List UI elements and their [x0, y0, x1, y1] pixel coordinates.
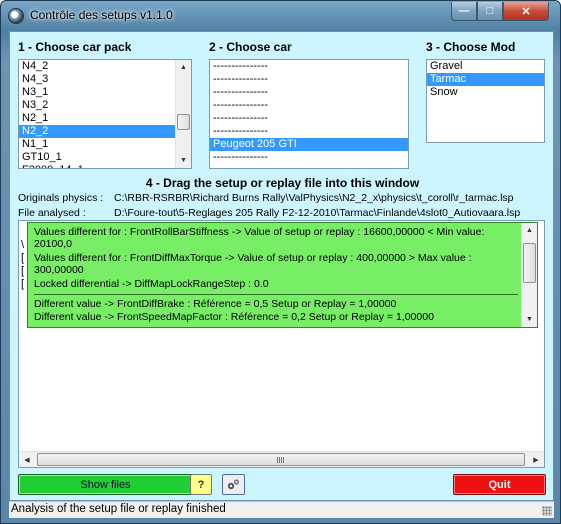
car-item[interactable]: ---------------	[210, 151, 408, 164]
car-pack-scrollbar[interactable]: ▲ ▼	[175, 60, 191, 168]
maximize-button[interactable]: □	[477, 2, 503, 21]
tooltip-line: 20100,0	[34, 238, 72, 250]
analysis-tooltip: Values different for : FrontRollBarStiff…	[27, 222, 538, 328]
scroll-left-icon[interactable]: ◀	[19, 452, 35, 467]
settings-button[interactable]	[222, 474, 245, 495]
tooltip-line: Locked differential -> DiffMapLockRangeS…	[34, 278, 269, 290]
file-analysed-row: File analysed : D:\Foure-tout\5-Reglages …	[18, 207, 520, 219]
tooltip-scrollbar[interactable]: ▲ ▼	[521, 223, 537, 327]
mod-item[interactable]: Gravel	[427, 60, 544, 73]
car-pack-item[interactable]: N2_2	[19, 125, 191, 138]
file-analysed-path: D:\Foure-tout\5-Reglages 205 Rally F2-12…	[114, 207, 521, 219]
minimize-icon: —	[458, 5, 470, 17]
file-analysed-label: File analysed :	[18, 207, 86, 219]
originals-physics-path: C:\RBR-RSRBR\Richard Burns Rally\ValPhys…	[114, 192, 514, 204]
status-text: Analysis of the setup file or replay fin…	[11, 503, 226, 515]
minimize-button[interactable]: —	[451, 2, 477, 21]
text-line: [	[21, 278, 25, 290]
mod-item[interactable]: Snow	[427, 86, 544, 99]
car-item[interactable]: ---------------	[210, 125, 408, 138]
client-area: 1 - Choose car pack 2 - Choose car 3 - C…	[9, 31, 554, 501]
car-pack-item[interactable]: N4_3	[19, 73, 191, 86]
close-button[interactable]: ✕	[503, 2, 549, 21]
tooltip-line: Different value -> FrontDiffBrake : Réfé…	[34, 298, 397, 310]
status-bar: Analysis of the setup file or replay fin…	[9, 501, 554, 518]
scroll-down-icon[interactable]: ▼	[176, 153, 191, 168]
drag-drop-title: 4 - Drag the setup or replay file into t…	[145, 176, 420, 190]
title-bar[interactable]: Contrôle des setups v1.1.0 — □ ✕	[1, 1, 560, 31]
originals-physics-label: Originals physics :	[18, 192, 104, 204]
scroll-up-icon[interactable]: ▲	[176, 60, 191, 75]
car-title: 2 - Choose car	[209, 40, 292, 54]
close-icon: ✕	[521, 5, 531, 18]
text-line: \	[21, 239, 25, 251]
app-window: Contrôle des setups v1.1.0 — □ ✕ 1 - Cho…	[0, 0, 561, 524]
quit-button[interactable]: Quit	[453, 474, 546, 495]
originals-physics-row: Originals physics : C:\RBR-RSRBR\Richard …	[18, 192, 514, 204]
scroll-thumb[interactable]	[523, 243, 536, 283]
car-item[interactable]: ---------------	[210, 73, 408, 86]
car-pack-title: 1 - Choose car pack	[18, 40, 132, 54]
car-item[interactable]: ---------------	[210, 60, 408, 73]
help-button[interactable]: ?	[190, 474, 212, 495]
car-pack-item[interactable]: F2000_14_1	[19, 164, 191, 168]
car-item[interactable]: ---------------	[210, 112, 408, 125]
car-items: --------------- --------------- ----------…	[210, 60, 408, 164]
hscroll-thumb[interactable]	[37, 453, 525, 466]
car-pack-item[interactable]: N4_2	[19, 60, 191, 73]
text-line: [	[21, 252, 25, 264]
car-pack-item[interactable]: N3_1	[19, 86, 191, 99]
window-title: Contrôle des setups v1.1.0	[30, 8, 173, 22]
car-pack-item[interactable]: N3_2	[19, 99, 191, 112]
scroll-up-icon[interactable]: ▲	[522, 223, 537, 238]
mod-title: 3 - Choose Mod	[426, 40, 516, 54]
tooltip-line: Values different for : FrontDiffMaxTorqu…	[34, 252, 472, 264]
scroll-down-icon[interactable]: ▼	[522, 312, 537, 327]
mod-items: Gravel Tarmac Snow	[427, 60, 544, 99]
tooltip-line: Different value -> FrontSpeedMapFactor :…	[34, 311, 434, 323]
text-line: [	[21, 265, 25, 277]
results-hscrollbar[interactable]: ◀ ▶	[19, 451, 544, 467]
car-item[interactable]: ---------------	[210, 99, 408, 112]
car-pack-items: N4_2N4_3N3_1N3_2N2_1N2_2N1_1GT10_1F2000_…	[19, 60, 191, 168]
car-pack-listbox[interactable]: N4_2N4_3N3_1N3_2N2_1N2_2N1_1GT10_1F2000_…	[18, 59, 192, 169]
gears-icon	[227, 479, 240, 490]
tooltip-line: Values different for : FrontRollBarStiff…	[34, 226, 485, 238]
car-listbox[interactable]: --------------- --------------- ----------…	[209, 59, 409, 169]
tooltip-line: 300,00000	[34, 264, 84, 276]
tooltip-divider	[34, 294, 518, 295]
app-logo-icon	[8, 8, 24, 24]
car-pack-item[interactable]: N1_1	[19, 138, 191, 151]
scroll-right-icon[interactable]: ▶	[528, 452, 544, 467]
maximize-icon: □	[486, 5, 494, 17]
car-item[interactable]: Peugeot 205 GTI	[210, 138, 408, 151]
grip-icon	[277, 457, 285, 463]
car-item[interactable]: ---------------	[210, 86, 408, 99]
mod-listbox[interactable]: Gravel Tarmac Snow	[426, 59, 545, 143]
mod-item[interactable]: Tarmac	[427, 73, 544, 86]
scroll-thumb[interactable]	[177, 114, 190, 130]
resize-grip-icon[interactable]	[542, 506, 552, 516]
show-files-button[interactable]: Show files	[18, 474, 193, 495]
car-pack-item[interactable]: GT10_1	[19, 151, 191, 164]
car-pack-item[interactable]: N2_1	[19, 112, 191, 125]
